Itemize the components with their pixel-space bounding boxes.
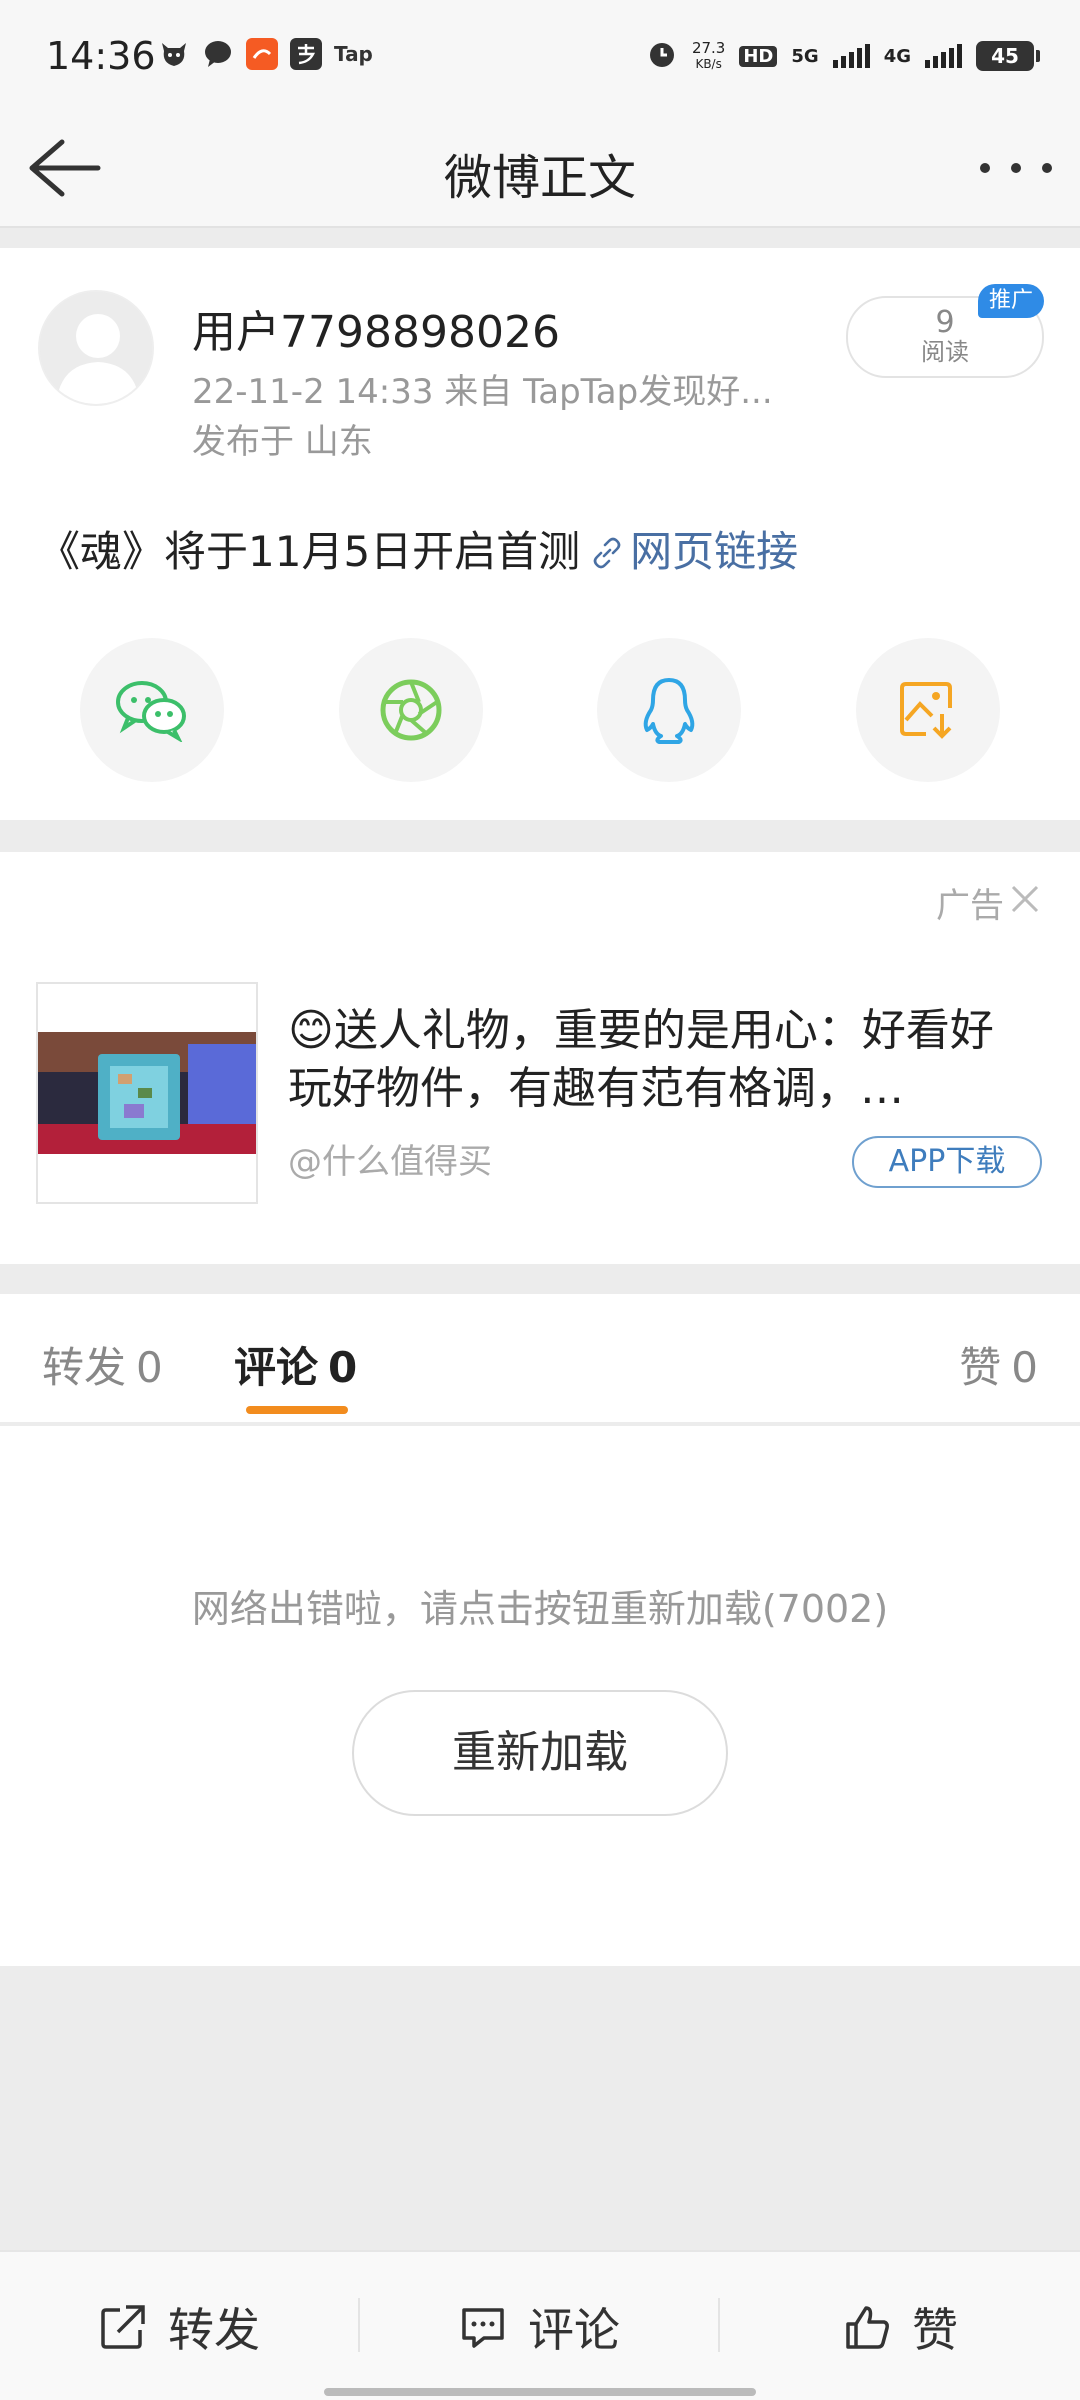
status-time: 14:36 bbox=[46, 34, 156, 78]
post-location: 发布于 山东 bbox=[192, 422, 373, 462]
tab-like[interactable]: 赞0 bbox=[959, 1334, 1038, 1395]
battery-level: 45 bbox=[991, 44, 1019, 68]
ad-label: 广告 bbox=[936, 886, 1004, 926]
tab-repost-count: 0 bbox=[136, 1343, 163, 1392]
ad-title[interactable]: 😊送人礼物，重要的是用心：好看好玩好物件，有趣有范有格调，… bbox=[288, 1002, 1028, 1118]
tab-comment-count: 0 bbox=[328, 1343, 358, 1392]
signal-bars-icon bbox=[832, 44, 870, 68]
signal-5g-label: 5G bbox=[791, 45, 819, 67]
net-speed-unit: KB/s bbox=[695, 57, 722, 71]
post-text: 《魂》将于11月5日开启首测 网页链接 bbox=[38, 518, 798, 579]
nav-bar: 微博正文 bbox=[0, 108, 1080, 228]
username[interactable]: 用户7798898026 bbox=[192, 296, 560, 360]
post-meta: 22-11-2 14:33 来自 TapTap发现好... bbox=[192, 372, 773, 412]
thumbs-up-icon bbox=[846, 2306, 889, 2349]
wechat-icon bbox=[116, 681, 186, 742]
post-body: 《魂》将于11月5日开启首测 bbox=[38, 527, 581, 576]
error-message: 网络出错啦，请点击按钮重新加载(7002) bbox=[191, 1587, 889, 1631]
status-bar: 14:36 Tap 27.3 KB/s HD 5G 4G 45 bbox=[0, 0, 1080, 108]
more-dot bbox=[980, 163, 990, 173]
comment-icon bbox=[462, 2308, 504, 2348]
web-link[interactable]: 网页链接 bbox=[580, 527, 798, 576]
cow-icon bbox=[158, 38, 190, 70]
active-tab-indicator bbox=[246, 1406, 348, 1414]
promo-badge: 推广 bbox=[978, 284, 1044, 318]
web-link-label: 网页链接 bbox=[630, 527, 799, 576]
comments-panel: 网络出错啦，请点击按钮重新加载(7002) 重新加载 bbox=[0, 1426, 1080, 1966]
tab-like-label: 赞 bbox=[959, 1343, 1002, 1392]
bottom-action-bar: 转发 评论 赞 bbox=[0, 2250, 1080, 2400]
avatar[interactable] bbox=[38, 290, 154, 406]
ad-card[interactable]: 广告 😊送人礼物，重要的是用心：好看好玩好物件，有趣有范有格调，… @什么值得买… bbox=[0, 852, 1080, 1264]
reload-button[interactable]: 重新加载 bbox=[352, 1690, 728, 1816]
comment-label: 评论 bbox=[528, 2303, 620, 2357]
hd-label: HD bbox=[739, 45, 778, 67]
alipay-icon bbox=[290, 38, 322, 70]
ad-source: @什么值得买 bbox=[288, 1142, 492, 1182]
share-wechat-button[interactable] bbox=[80, 638, 224, 782]
like-label: 赞 bbox=[912, 2303, 958, 2357]
ad-thumbnail-image bbox=[38, 984, 256, 1202]
app-download-button[interactable]: APP下载 bbox=[852, 1136, 1042, 1188]
moments-icon bbox=[380, 679, 442, 741]
read-label: 阅读 bbox=[921, 338, 969, 366]
comment-button[interactable]: 评论 bbox=[360, 2252, 718, 2400]
more-dot bbox=[1042, 163, 1052, 173]
tab-repost-label: 转发 bbox=[42, 1343, 127, 1392]
tab-comment[interactable]: 评论 0 bbox=[234, 1334, 357, 1395]
tab-comment-label: 评论 bbox=[234, 1343, 319, 1392]
share-row bbox=[80, 638, 1000, 782]
share-moments-button[interactable] bbox=[338, 638, 483, 782]
page-title: 微博正文 bbox=[443, 150, 636, 206]
share-qq-button[interactable] bbox=[597, 638, 742, 782]
close-icon[interactable] bbox=[1008, 882, 1042, 916]
repost-icon bbox=[101, 2305, 145, 2349]
tab-like-count: 0 bbox=[1011, 1343, 1038, 1392]
more-dot bbox=[1011, 163, 1021, 173]
net-speed-value: 27.3 bbox=[691, 39, 726, 57]
default-avatar-icon bbox=[40, 292, 152, 404]
post-card: 用户7798898026 22-11-2 14:33 来自 TapTap发现好.… bbox=[0, 248, 1080, 820]
repost-label: 转发 bbox=[168, 2303, 260, 2357]
save-image-icon bbox=[899, 682, 952, 739]
alarm-icon bbox=[646, 38, 678, 74]
taptap-icon: Tap bbox=[334, 42, 373, 66]
home-indicator[interactable] bbox=[324, 2388, 756, 2396]
net-speed: 27.3 KB/s bbox=[692, 40, 725, 72]
tab-repost[interactable]: 转发 0 bbox=[42, 1334, 163, 1395]
more-button[interactable] bbox=[980, 148, 1052, 188]
status-indicators: 27.3 KB/s HD 5G 4G 45 bbox=[646, 38, 1040, 74]
signal-4g-label: 4G bbox=[883, 45, 911, 67]
battery-icon: 45 bbox=[976, 41, 1040, 71]
post-tabs: 转发 0 评论 0 赞0 bbox=[0, 1294, 1080, 1424]
repost-button[interactable]: 转发 bbox=[0, 2252, 358, 2400]
message-icon bbox=[202, 38, 234, 70]
ad-thumbnail[interactable] bbox=[36, 982, 258, 1204]
status-app-icons: Tap bbox=[158, 38, 373, 70]
like-button[interactable]: 赞 bbox=[720, 2252, 1080, 2400]
taobao-icon bbox=[246, 38, 278, 70]
qq-icon bbox=[644, 678, 695, 744]
signal-bars-icon bbox=[925, 44, 962, 68]
save-image-button[interactable] bbox=[855, 638, 1000, 782]
link-icon bbox=[593, 537, 621, 569]
